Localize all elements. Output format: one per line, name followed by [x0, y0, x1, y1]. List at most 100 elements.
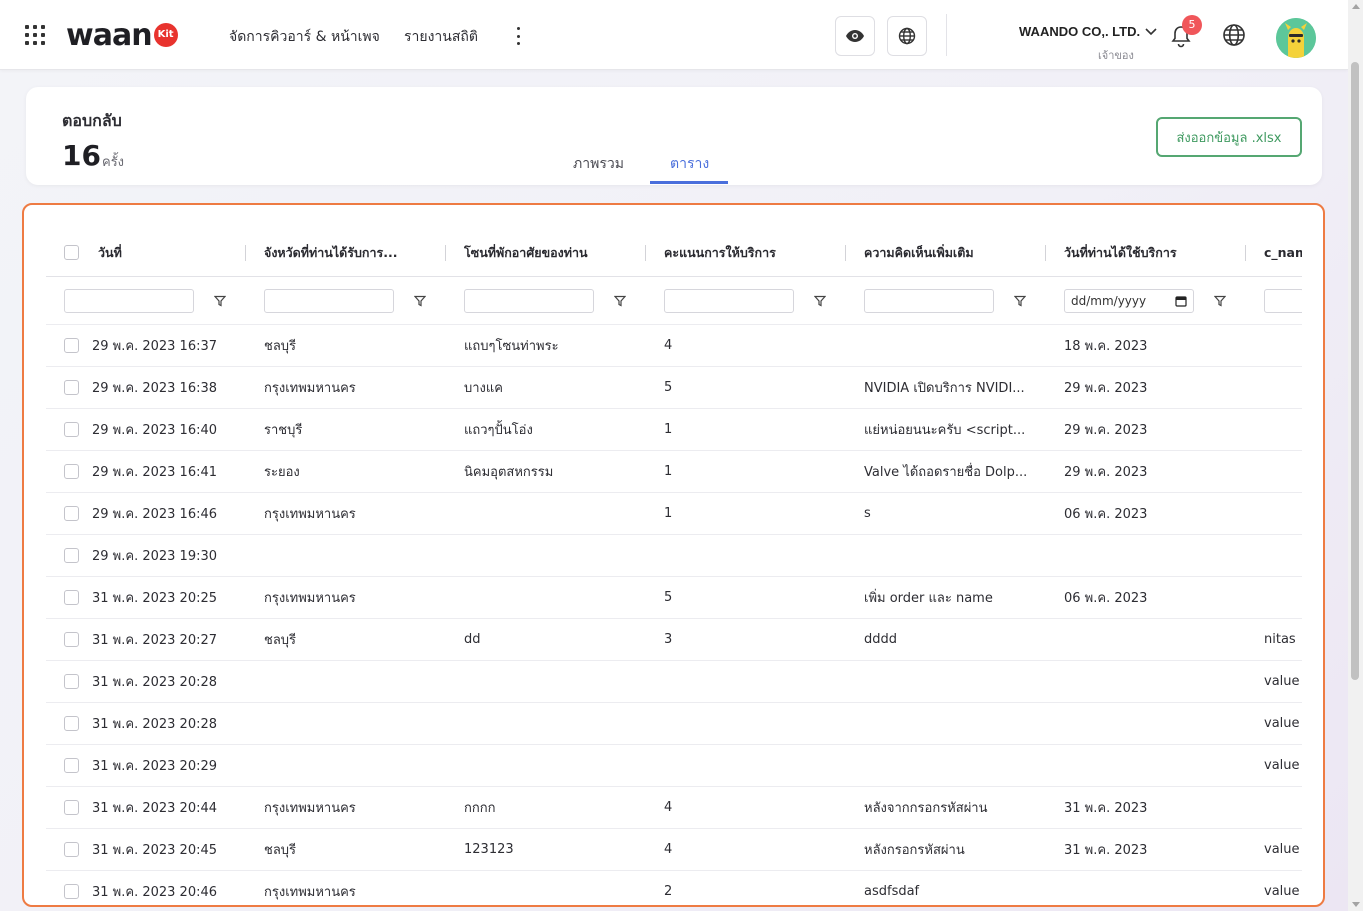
avatar[interactable] — [1276, 18, 1316, 58]
table-cell: 5 — [664, 590, 673, 605]
preview-button[interactable] — [835, 16, 875, 56]
active-tab-indicator — [650, 181, 728, 184]
filter-cell — [1264, 277, 1302, 324]
calendar-icon[interactable] — [1175, 295, 1187, 307]
table-cell — [1064, 619, 1254, 660]
table-row[interactable]: 29 พ.ค. 2023 16:41 ระยอง นิคมอุตสหกรรม 1 Val… — [46, 451, 1302, 493]
column-header[interactable]: วันที่ — [98, 229, 238, 276]
filter-icon[interactable] — [1214, 277, 1226, 324]
filter-icon[interactable] — [414, 277, 426, 324]
table-row[interactable]: 31 พ.ค. 2023 20:46 กรุงเทพมหานคร 2 asdfsdaf… — [46, 871, 1302, 905]
nav-qr-pages[interactable]: จัดการคิวอาร์ & หน้าเพจ — [229, 26, 380, 48]
scrollbar-thumb[interactable] — [1351, 62, 1359, 680]
table-row[interactable]: 31 พ.ค. 2023 20:28 value — [46, 703, 1302, 745]
column-resize-handle[interactable] — [1245, 245, 1246, 261]
row-checkbox-cell — [64, 745, 84, 786]
table-row[interactable]: 31 พ.ค. 2023 20:45 ชลบุรี 123123 4 หลังกรอกร… — [46, 829, 1302, 871]
column-header[interactable]: โซนที่พักอาศัยของท่าน — [464, 229, 654, 276]
table-cell: หลังกรอกรหัสผ่าน — [864, 843, 965, 858]
column-filter-input[interactable] — [1264, 288, 1302, 313]
column-filter-input[interactable] — [464, 288, 594, 313]
column-header[interactable]: จังหวัดที่ท่านได้รับการ... — [264, 229, 454, 276]
column-filter-input[interactable] — [664, 288, 794, 313]
table-cell: asdfsdaf — [864, 884, 920, 899]
table-cell — [864, 661, 1034, 702]
row-checkbox[interactable] — [64, 548, 79, 563]
scroll-down-icon[interactable] — [1352, 902, 1360, 907]
column-header[interactable]: คะแนนการให้บริการ — [664, 229, 854, 276]
table-cell: value — [1264, 758, 1300, 773]
table-cell: เพิ่ม order และ name — [864, 591, 993, 606]
responses-table-panel: วันที่ จังหวัดที่ท่านได้รับการ... โซนที่พั… — [22, 203, 1325, 907]
row-checkbox[interactable] — [64, 758, 79, 773]
row-checkbox[interactable] — [64, 464, 79, 479]
column-header[interactable]: วันที่ท่านได้ใช้บริการ — [1064, 229, 1254, 276]
table-row[interactable]: 29 พ.ค. 2023 19:30 — [46, 535, 1302, 577]
row-checkbox-cell — [64, 325, 84, 366]
table-row[interactable]: 31 พ.ค. 2023 20:25 กรุงเทพมหานคร 5 เพิ่ม or… — [46, 577, 1302, 619]
row-checkbox[interactable] — [64, 800, 79, 815]
row-checkbox[interactable] — [64, 884, 79, 899]
column-filter-input[interactable] — [64, 288, 194, 313]
language-button[interactable] — [1222, 23, 1246, 51]
tab-overview[interactable]: ภาพรวม — [573, 153, 624, 175]
table-row[interactable]: 31 พ.ค. 2023 20:44 กรุงเทพมหานคร กกกก 4 หลัง… — [46, 787, 1302, 829]
scroll-up-icon[interactable] — [1352, 4, 1360, 9]
filter-icon[interactable] — [1014, 277, 1026, 324]
table-cell: 31 พ.ค. 2023 20:27 — [92, 633, 218, 648]
row-checkbox[interactable] — [64, 380, 79, 395]
column-resize-handle[interactable] — [245, 245, 246, 261]
column-header[interactable]: ความคิดเห็นเพิ่มเติม — [864, 229, 1054, 276]
waankit-logo[interactable]: waan Kit — [66, 17, 178, 53]
select-all-checkbox[interactable] — [64, 245, 79, 260]
row-checkbox[interactable] — [64, 338, 79, 353]
table-cell — [664, 703, 854, 744]
export-xlsx-button[interactable]: ส่งออกข้อมูล .xlsx — [1156, 117, 1302, 157]
table-cell: 29 พ.ค. 2023 16:38 — [92, 381, 218, 396]
table-cell: กรุงเทพมหานคร — [264, 507, 356, 522]
nav-statistics[interactable]: รายงานสถิติ — [404, 26, 478, 48]
column-resize-handle[interactable] — [445, 245, 446, 261]
chevron-down-icon — [1145, 27, 1157, 35]
table-cell — [264, 703, 454, 744]
column-filter-input[interactable] — [864, 288, 994, 313]
table-row[interactable]: 29 พ.ค. 2023 16:37 ชลบุรี แถบๆโซนท่าพระ 4 18… — [46, 325, 1302, 367]
table-row[interactable]: 29 พ.ค. 2023 16:40 ราชบุรี แถวๆปั้นโอ่ง 1 แย… — [46, 409, 1302, 451]
table-row[interactable]: 31 พ.ค. 2023 20:27 ชลบุรี dd 3 dddd nitas — [46, 619, 1302, 661]
table-row[interactable]: 31 พ.ค. 2023 20:29 value — [46, 745, 1302, 787]
apps-grid-icon[interactable] — [24, 24, 46, 46]
row-checkbox[interactable] — [64, 674, 79, 689]
row-checkbox[interactable] — [64, 506, 79, 521]
row-checkbox[interactable] — [64, 422, 79, 437]
column-resize-handle[interactable] — [845, 245, 846, 261]
table-cell: กรุงเทพมหานคร — [264, 801, 356, 816]
filter-icon[interactable] — [614, 277, 626, 324]
filter-cell — [264, 277, 394, 324]
row-checkbox[interactable] — [64, 716, 79, 731]
table-cell: ชลบุรี — [264, 843, 297, 858]
column-header[interactable]: c_nam — [1264, 229, 1302, 276]
date-filter-input[interactable]: dd/mm/yyyy — [1064, 288, 1194, 313]
responses-unit: ครั้ง — [102, 155, 125, 170]
filter-icon[interactable] — [214, 277, 226, 324]
column-resize-handle[interactable] — [1045, 245, 1046, 261]
row-checkbox[interactable] — [64, 632, 79, 647]
table-cell: 31 พ.ค. 2023 20:44 — [92, 801, 218, 816]
column-resize-handle[interactable] — [645, 245, 646, 261]
filter-icon[interactable] — [814, 277, 826, 324]
row-checkbox[interactable] — [64, 590, 79, 605]
tab-table[interactable]: ตาราง — [670, 153, 709, 175]
table-cell — [664, 745, 854, 786]
table-row[interactable]: 31 พ.ค. 2023 20:28 value — [46, 661, 1302, 703]
column-filter-input[interactable] — [264, 288, 394, 313]
row-checkbox[interactable] — [64, 842, 79, 857]
table-row[interactable]: 29 พ.ค. 2023 16:38 กรุงเทพมหานคร บางแค 5 NVI… — [46, 367, 1302, 409]
table-cell: NVIDIA เปิดบริการ NVIDI... — [864, 381, 1025, 396]
table-row[interactable]: 29 พ.ค. 2023 16:46 กรุงเทพมหานคร 1 s 06 พ.ค.… — [46, 493, 1302, 535]
kebab-menu-icon[interactable] — [512, 24, 524, 48]
page-scrollbar[interactable] — [1348, 0, 1363, 911]
company-switcher[interactable]: WAANDO CO,. LTD. — [1019, 24, 1158, 39]
table-cell: dddd — [864, 632, 898, 647]
website-button[interactable] — [887, 16, 927, 56]
table-cell: value — [1264, 674, 1300, 689]
